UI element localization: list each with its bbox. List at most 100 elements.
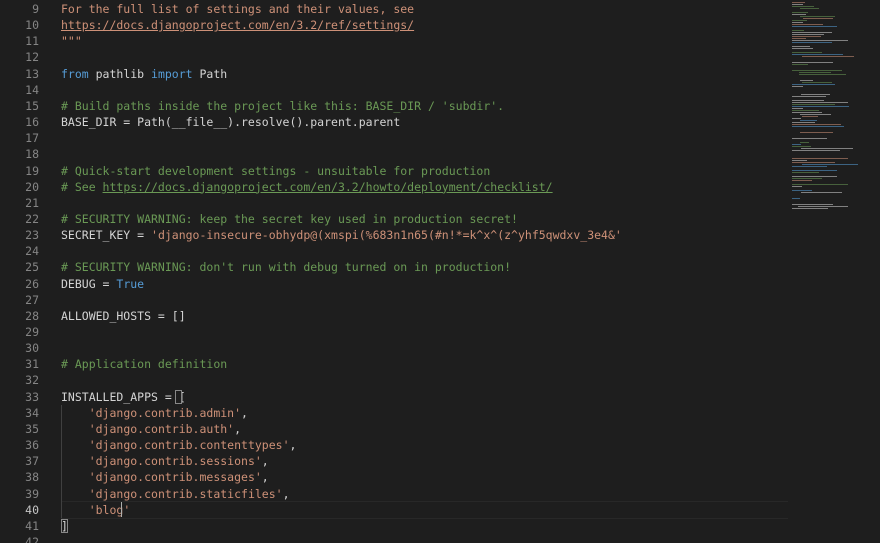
- minimap-line: [792, 160, 807, 161]
- minimap-line: [792, 146, 811, 147]
- code-token: SECRET_KEY =: [61, 228, 152, 243]
- line-number: 34: [25, 405, 39, 420]
- minimap-line: [792, 4, 803, 5]
- code-token: pathlib: [88, 66, 152, 81]
- bracket-match-close: [61, 518, 68, 533]
- minimap-line: [792, 30, 804, 31]
- minimap-line: [792, 24, 823, 25]
- minimap-line: [792, 26, 837, 27]
- minimap-line: [792, 34, 824, 35]
- minimap-line: [799, 74, 846, 75]
- minimap-line: [792, 180, 812, 181]
- minimap-line: [792, 186, 802, 187]
- code-token: # See: [61, 179, 103, 194]
- minimap-line: [792, 166, 827, 167]
- code-line: # Build paths inside the project like th…: [61, 98, 504, 114]
- minimap-line: [792, 2, 805, 3]
- minimap-line: [800, 142, 809, 143]
- line-number: 28: [25, 308, 39, 323]
- code-token: Path: [192, 66, 228, 81]
- line-number: 33: [25, 389, 39, 404]
- minimap-line: [792, 172, 819, 173]
- minimap-line: [800, 8, 819, 9]
- code-token: DEBUG =: [61, 276, 117, 291]
- minimap-line: [792, 86, 803, 87]
- bracket-match-open: [175, 389, 183, 404]
- url-link[interactable]: https://docs.djangoproject.com/en/3.2/re…: [61, 18, 414, 32]
- line-number-gutter[interactable]: 9 10 11 12 13 14 15 16 17 18 19 20 21 22 23 24 25 26 27 28 2…: [0, 0, 40, 543]
- minimap-line: [792, 46, 810, 47]
- minimap-line: [792, 6, 814, 7]
- minimap-line: [792, 22, 803, 23]
- code-token: # Build paths inside the project like th…: [61, 98, 505, 113]
- code-token: INSTALLED_APPS = [: [61, 389, 186, 404]
- code-token: ,: [234, 421, 242, 436]
- minimap-line: [792, 48, 813, 49]
- minimap-line: [792, 198, 800, 199]
- minimap-line: [792, 40, 848, 41]
- line-number: 32: [25, 373, 39, 388]
- code-token: # Application definition: [61, 357, 228, 372]
- text-cursor: [121, 501, 123, 517]
- line-number: 22: [25, 211, 39, 226]
- line-number: 37: [25, 454, 39, 469]
- line-number: 35: [25, 421, 39, 436]
- code-line: 'blog': [61, 502, 131, 518]
- code-line: # SECURITY WARNING: don't run with debug…: [61, 259, 511, 275]
- minimap-line: [792, 144, 801, 145]
- code-token: 'django.contrib.admin': [88, 405, 242, 420]
- code-line: DEBUG = True: [61, 276, 144, 292]
- line-number: 42: [25, 534, 39, 543]
- code-token: # SECURITY WARNING: don't run with debug…: [61, 260, 512, 275]
- line-number: 21: [25, 195, 39, 210]
- minimap-line: [792, 190, 812, 191]
- minimap-line: [792, 100, 824, 101]
- code-line: # Quick-start development settings - uns…: [61, 163, 490, 179]
- code-token: 'django.contrib.sessions': [88, 454, 262, 469]
- code-line: # SECURITY WARNING: keep the secret key …: [61, 211, 518, 227]
- line-number: 24: [25, 244, 39, 259]
- code-area[interactable]: For the full list of settings and their …: [61, 0, 780, 543]
- code-editor[interactable]: 9 10 11 12 13 14 15 16 17 18 19 20 21 22 23 24 25 26 27 28 2…: [0, 0, 880, 543]
- code-line: 'django.contrib.staticfiles',: [61, 486, 290, 502]
- minimap[interactable]: [784, 0, 880, 543]
- line-number: 15: [25, 98, 39, 113]
- code-token: # Quick-start development settings - uns…: [61, 163, 491, 178]
- minimap-line: [792, 122, 815, 123]
- minimap-line: [792, 208, 828, 209]
- line-number: 31: [25, 357, 39, 372]
- code-token: For the full list of settings and their …: [61, 2, 415, 16]
- minimap-line: [792, 52, 822, 53]
- minimap-line: [792, 126, 844, 127]
- code-token: 'django-insecure-obhydp@(xmspi(%683n1n65…: [151, 228, 622, 243]
- line-number: 14: [25, 82, 39, 97]
- line-number: 30: [25, 341, 39, 356]
- minimap-line: [792, 54, 843, 55]
- code-line: ALLOWED_HOSTS = []: [61, 308, 186, 324]
- line-number: 10: [25, 18, 39, 33]
- code-line: 'django.contrib.admin',: [61, 405, 248, 421]
- line-number: 12: [25, 50, 39, 65]
- code-line: 'django.contrib.contenttypes',: [61, 437, 297, 453]
- minimap-line: [792, 204, 833, 205]
- minimap-line: [792, 176, 837, 177]
- vertical-scrollbar[interactable]: [868, 0, 880, 543]
- minimap-line: [792, 108, 803, 109]
- url-link[interactable]: https://docs.djangoproject.com/en/3.2/ho…: [103, 180, 553, 194]
- minimap-line: [792, 38, 806, 39]
- code-line: from pathlib import Path: [61, 66, 227, 82]
- code-line: https://docs.djangoproject.com/en/3.2/re…: [61, 17, 414, 33]
- code-line: 'django.contrib.sessions',: [61, 453, 269, 469]
- minimap-line: [792, 106, 849, 107]
- minimap-line: [792, 184, 848, 185]
- minimap-line: [792, 42, 832, 43]
- code-token: ,: [261, 454, 269, 469]
- minimap-line: [792, 36, 821, 37]
- minimap-line: [792, 150, 840, 151]
